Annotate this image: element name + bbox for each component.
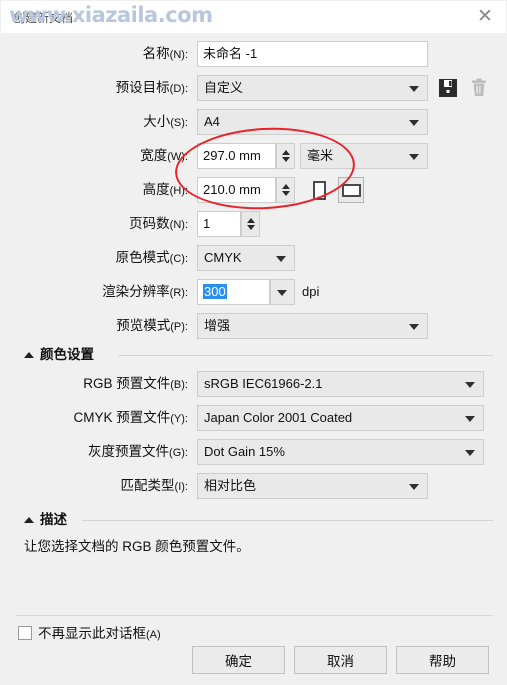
- width-stepper[interactable]: [276, 143, 295, 169]
- rendering-intent-dropdown[interactable]: 相对比色: [197, 473, 428, 499]
- pages-label: 页码数(N):: [129, 216, 188, 231]
- color-mode-label: 原色模式(C):: [115, 250, 188, 265]
- cancel-button[interactable]: 取消: [294, 646, 387, 674]
- help-button[interactable]: 帮助: [396, 646, 489, 674]
- ok-button[interactable]: 确定: [192, 646, 285, 674]
- pages-stepper[interactable]: [241, 211, 260, 237]
- cmyk-profile-dropdown[interactable]: Japan Color 2001 Coated: [197, 405, 484, 431]
- landscape-glyph: [341, 183, 361, 197]
- row-gray-profile: 灰度预置文件(G): Dot Gain 15%: [2, 439, 506, 465]
- chevron-down-icon: [409, 120, 419, 126]
- site-watermark: www.xiazaila.com: [9, 3, 213, 27]
- preview-mode-dropdown[interactable]: 增强: [197, 313, 428, 339]
- resolution-label: 渲染分辨率(R):: [102, 284, 188, 299]
- chevron-down-icon: [465, 382, 475, 388]
- description-title: 描述: [40, 512, 67, 527]
- units-value: 毫米: [307, 148, 334, 163]
- rgb-profile-label: RGB 预置文件(B):: [83, 376, 188, 391]
- rgb-profile-dropdown[interactable]: sRGB IEC61966-2.1: [197, 371, 484, 397]
- row-height: 高度(H): 210.0 mm: [2, 177, 506, 203]
- width-input[interactable]: 297.0 mm: [197, 143, 276, 169]
- pages-input[interactable]: 1: [197, 211, 241, 237]
- section-divider: [82, 520, 493, 521]
- new-document-dialog: 创建新文档 www.xiazaila.com ✕ 名称(N): 未命名 -1 预…: [0, 0, 507, 685]
- stepper-up-icon[interactable]: [282, 184, 290, 189]
- row-pages: 页码数(N): 1: [2, 211, 506, 237]
- chevron-down-icon: [277, 290, 287, 296]
- collapse-triangle-icon[interactable]: [24, 517, 34, 523]
- portrait-orientation-icon[interactable]: [306, 177, 332, 203]
- width-label: 宽度(W):: [140, 148, 188, 163]
- gray-profile-label: 灰度预置文件(G):: [88, 444, 188, 459]
- rendering-intent-value: 相对比色: [204, 478, 257, 493]
- footer-divider: [16, 615, 493, 616]
- size-dropdown[interactable]: A4: [197, 109, 428, 135]
- preset-value: 自定义: [204, 80, 244, 95]
- chevron-down-icon: [276, 256, 286, 262]
- stepper-up-icon[interactable]: [282, 150, 290, 155]
- portrait-glyph: [312, 180, 326, 200]
- landscape-orientation-icon[interactable]: [338, 177, 364, 203]
- preset-label: 预设目标(D):: [115, 80, 188, 95]
- name-input[interactable]: 未命名 -1: [197, 41, 428, 67]
- row-cmyk-profile: CMYK 预置文件(Y): Japan Color 2001 Coated: [2, 405, 506, 431]
- height-stepper[interactable]: [276, 177, 295, 203]
- title-bar: 创建新文档 www.xiazaila.com ✕: [1, 1, 506, 33]
- resolution-dropdown-button[interactable]: [270, 279, 295, 305]
- row-preset: 预设目标(D): 自定义: [2, 75, 506, 101]
- section-divider: [118, 355, 493, 356]
- resolution-input[interactable]: 300: [197, 279, 270, 305]
- chevron-down-icon: [465, 450, 475, 456]
- row-rgb-profile: RGB 预置文件(B): sRGB IEC61966-2.1: [2, 371, 506, 397]
- description-section-header[interactable]: 描述: [2, 510, 506, 530]
- height-label: 高度(H):: [142, 182, 188, 197]
- dont-show-again-checkbox[interactable]: [18, 626, 32, 640]
- stepper-down-icon[interactable]: [247, 225, 255, 230]
- name-label: 名称(N):: [142, 46, 188, 61]
- gray-profile-value: Dot Gain 15%: [204, 444, 285, 459]
- row-color-mode: 原色模式(C): CMYK: [2, 245, 506, 271]
- preview-mode-label: 预览模式(P):: [116, 318, 188, 333]
- chevron-down-icon: [409, 154, 419, 160]
- cmyk-profile-label: CMYK 预置文件(Y):: [73, 410, 189, 425]
- chevron-down-icon: [409, 324, 419, 330]
- close-icon[interactable]: ✕: [462, 1, 506, 32]
- height-input[interactable]: 210.0 mm: [197, 177, 276, 203]
- row-name: 名称(N): 未命名 -1: [2, 41, 506, 67]
- delete-preset-icon[interactable]: [468, 77, 490, 99]
- color-mode-value: CMYK: [204, 250, 242, 265]
- collapse-triangle-icon[interactable]: [24, 352, 34, 358]
- units-dropdown[interactable]: 毫米: [300, 143, 428, 169]
- color-settings-section-header[interactable]: 颜色设置: [2, 345, 506, 365]
- color-settings-title: 颜色设置: [40, 347, 94, 362]
- resolution-value: 300: [203, 284, 227, 299]
- preview-mode-value: 增强: [204, 318, 231, 333]
- cmyk-profile-value: Japan Color 2001 Coated: [204, 410, 353, 425]
- gray-profile-dropdown[interactable]: Dot Gain 15%: [197, 439, 484, 465]
- dialog-body: 名称(N): 未命名 -1 预设目标(D): 自定义 大小(S): A4 宽度(…: [2, 33, 506, 684]
- dont-show-again-label: 不再显示此对话框(A): [38, 626, 161, 641]
- row-preview-mode: 预览模式(P): 增强: [2, 313, 506, 339]
- stepper-up-icon[interactable]: [247, 218, 255, 223]
- rendering-intent-label: 匹配类型(I):: [120, 478, 188, 493]
- row-width: 宽度(W): 297.0 mm 毫米: [2, 143, 506, 169]
- size-label: 大小(S):: [143, 114, 188, 129]
- chevron-down-icon: [409, 484, 419, 490]
- save-preset-icon[interactable]: [437, 77, 459, 99]
- chevron-down-icon: [409, 86, 419, 92]
- resolution-unit-label: dpi: [302, 284, 320, 299]
- description-text: 让您选择文档的 RGB 颜色预置文件。: [24, 539, 250, 554]
- rgb-profile-value: sRGB IEC61966-2.1: [204, 376, 323, 391]
- stepper-down-icon[interactable]: [282, 191, 290, 196]
- preset-dropdown[interactable]: 自定义: [197, 75, 428, 101]
- chevron-down-icon: [465, 416, 475, 422]
- row-resolution: 渲染分辨率(R): 300 dpi: [2, 279, 506, 305]
- color-mode-dropdown[interactable]: CMYK: [197, 245, 295, 271]
- stepper-down-icon[interactable]: [282, 157, 290, 162]
- row-rendering-intent: 匹配类型(I): 相对比色: [2, 473, 506, 499]
- size-value: A4: [204, 114, 220, 129]
- row-size: 大小(S): A4: [2, 109, 506, 135]
